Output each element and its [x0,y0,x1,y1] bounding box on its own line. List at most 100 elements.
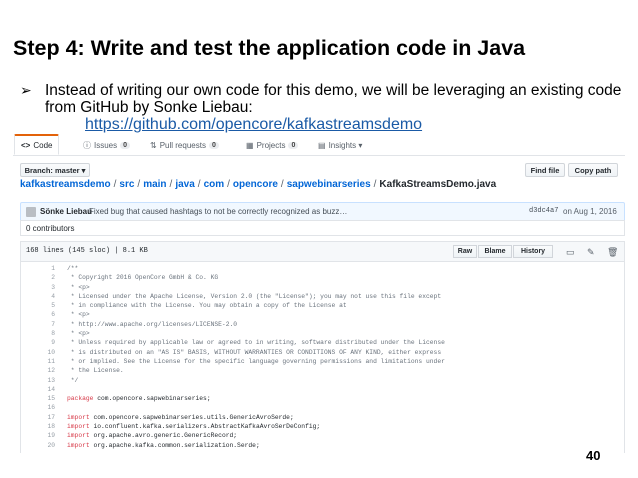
find-file-button[interactable]: Find file [525,163,565,177]
desktop-icon[interactable]: ▭ [566,247,575,258]
line-number[interactable]: 5 [21,301,55,310]
line-number[interactable]: 11 [21,357,55,366]
line-number[interactable]: 14 [21,385,55,394]
code-listing: 1 /** 2 * Copyright 2016 OpenCore GmbH & C… [21,264,624,450]
code-line: 19 import org.apache.avro.generic.Generic… [21,431,624,440]
line-text: * or implied. See the License for the sp… [67,357,445,365]
latest-commit: Sönke Liebau Fixed bug that caused hasht… [20,202,625,221]
line-number[interactable]: 3 [21,283,55,292]
projects-icon: ▦ [246,140,254,150]
line-text: * http://www.apache.org/licenses/LICENSE… [67,320,238,328]
repo-tabs: <> Code ⓘ Issues 0 ⇅ Pull requests 0 ▦ P… [13,133,625,156]
tab-insights[interactable]: ▤ Insights ▾ [318,138,362,152]
breadcrumb-sapwebinarseries[interactable]: sapwebinarseries [287,179,371,190]
file-viewer: 168 lines (145 sloc) | 8.1 KB Raw Blame … [20,241,625,453]
breadcrumb-file: KafkaStreamsDemo.java [379,179,497,190]
breadcrumb-src[interactable]: src [119,179,134,190]
line-number[interactable]: 2 [21,273,55,282]
page-number: 40 [586,448,601,463]
keyword: import [67,413,90,421]
branch-selector[interactable]: Branch: master ▾ [20,163,90,177]
line-text: * Licensed under the Apache License, Ver… [67,292,442,300]
tab-label: Code [33,140,53,150]
tab-label: Issues [94,140,118,150]
tab-count: 0 [208,141,219,149]
line-number[interactable]: 18 [21,422,55,431]
copy-path-button[interactable]: Copy path [568,163,618,177]
line-number[interactable]: 7 [21,320,55,329]
contributors-count: 0 contributors [26,224,75,233]
code-line: 10 * is distributed on an "AS IS" BASIS,… [21,348,624,357]
tab-label: Projects [256,140,286,150]
code-line: 20 import org.apache.kafka.common.seriali… [21,441,624,450]
tab-count: 0 [120,141,131,149]
contributors-bar: 0 contributors [20,220,625,236]
commit-author[interactable]: Sönke Liebau [40,207,92,216]
line-text: * in compliance with the License. You ma… [67,302,347,310]
code-line: 14 [21,385,624,394]
line-number[interactable]: 8 [21,329,55,338]
breadcrumb: kafkastreamsdemo / src / main / java / com / openc… [20,179,497,190]
line-number[interactable]: 16 [21,403,55,412]
code-line: 6 * <p> [21,310,624,319]
history-button[interactable]: History [513,245,553,258]
raw-button[interactable]: Raw [453,245,477,258]
commit-sha[interactable]: d3dc4a7 [529,207,558,215]
line-text: /** [67,265,79,272]
tab-pull-requests[interactable]: ⇅ Pull requests 0 [150,138,219,152]
code-line: 11 * or implied. See the License for the… [21,357,624,366]
code-line: 16 [21,403,624,412]
commit-date: on Aug 1, 2016 [563,207,617,216]
code-line: 8 * <p> [21,329,624,338]
code-line: 4 * Licensed under the Apache License, V… [21,292,624,301]
commit-message[interactable]: Fixed bug that caused hashtags to not be… [89,207,347,216]
breadcrumb-opencore[interactable]: opencore [233,179,278,190]
line-number[interactable]: 20 [21,441,55,450]
line-number[interactable]: 9 [21,338,55,347]
breadcrumb-java[interactable]: java [175,179,194,190]
tab-projects[interactable]: ▦ Projects 0 [246,138,299,152]
code-line: 18 import io.confluent.kafka.serializers.… [21,422,624,431]
line-text: * Unless required by applicable law or a… [67,339,445,347]
line-text: * the License. [67,367,124,375]
line-text: import io.confluent.kafka.serializers.Ab… [67,422,320,431]
line-text: package com.opencore.sapwebinarseries; [67,394,211,403]
breadcrumb-main[interactable]: main [143,179,166,190]
tab-code[interactable]: <> Code [14,134,60,155]
line-code: com.opencore.sapwebinarseries; [93,395,211,403]
line-text: * is distributed on an "AS IS" BASIS, WI… [67,348,442,356]
file-header: 168 lines (145 sloc) | 8.1 KB Raw Blame … [21,242,624,262]
code-line: 2 * Copyright 2016 OpenCore GmbH & Co. K… [21,273,624,282]
bullet-text: Instead of writing our own code for this… [45,82,622,116]
line-number[interactable]: 6 [21,310,55,319]
github-link[interactable]: https://github.com/opencore/kafkastreams… [85,116,422,133]
github-screenshot: <> Code ⓘ Issues 0 ⇅ Pull requests 0 ▦ P… [13,133,625,453]
line-number[interactable]: 10 [21,348,55,357]
line-code: io.confluent.kafka.serializers.AbstractK… [89,423,321,431]
line-text: import org.apache.avro.generic.GenericRe… [67,431,237,440]
line-number[interactable]: 1 [21,264,55,273]
line-number[interactable]: 15 [21,394,55,403]
code-line: 12 * the License. [21,366,624,375]
line-number[interactable]: 12 [21,366,55,375]
line-number[interactable]: 4 [21,292,55,301]
line-number[interactable]: 17 [21,413,55,422]
code-line: 9 * Unless required by applicable law or… [21,338,624,347]
pencil-icon[interactable]: ✎ [587,247,595,258]
tab-issues[interactable]: ⓘ Issues 0 [83,138,131,152]
tab-label: Insights ▾ [328,140,363,150]
code-line: 13 */ [21,376,624,385]
line-number[interactable]: 19 [21,431,55,440]
avatar[interactable] [26,207,36,217]
breadcrumb-repo[interactable]: kafkastreamsdemo [20,179,111,190]
line-text: * <p> [67,330,90,338]
keyword: package [67,395,94,403]
code-line: 1 /** [21,264,624,273]
blame-button[interactable]: Blame [478,245,512,258]
code-line: 15 package com.opencore.sapwebinarseries; [21,394,624,403]
trash-icon[interactable]: 🗑 [607,247,618,258]
tab-label: Pull requests [159,140,206,150]
line-number[interactable]: 13 [21,376,55,385]
code-line: 3 * <p> [21,283,624,292]
breadcrumb-com[interactable]: com [204,179,225,190]
